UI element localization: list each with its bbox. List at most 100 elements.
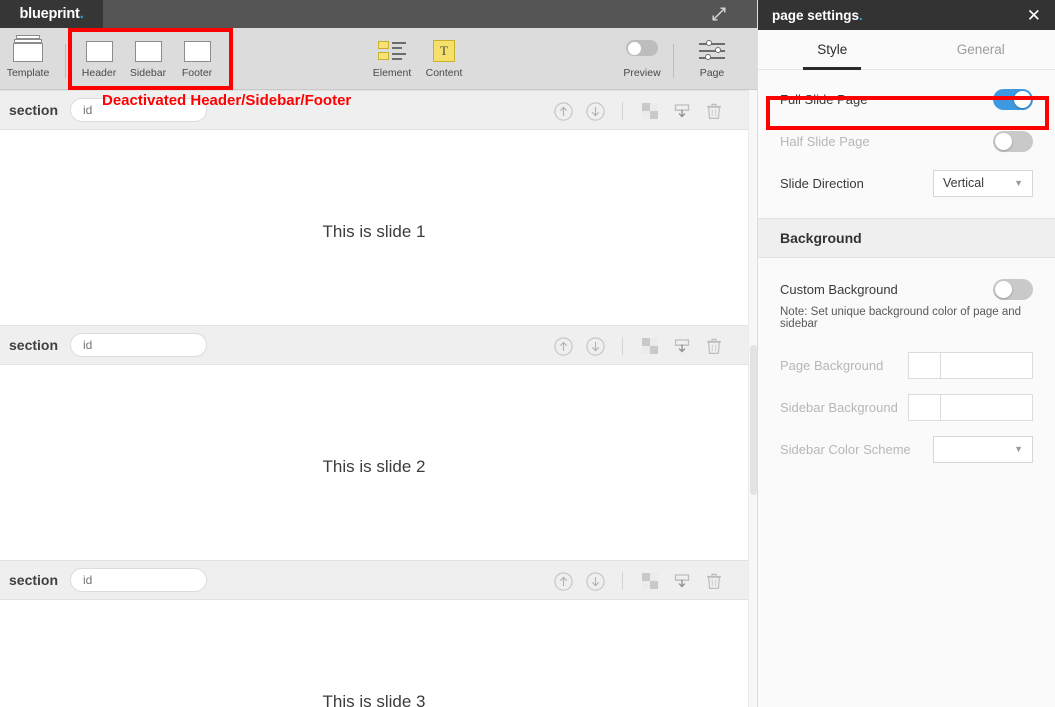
slide-body[interactable]: This is slide 3 (0, 600, 748, 707)
arrow-up-circle-icon[interactable] (548, 566, 578, 596)
full-slide-page-label: Full Slide Page (780, 91, 868, 107)
panel-spacer (758, 70, 1055, 78)
arrow-up-circle-icon[interactable] (548, 96, 578, 126)
section-id-input[interactable] (70, 333, 208, 357)
element-list-icon (378, 34, 406, 62)
header-block-icon (85, 34, 113, 62)
sidebar-color-scheme-label: Sidebar Color Scheme (780, 441, 911, 457)
expand-arrows-icon[interactable] (703, 0, 735, 28)
toolbar-header-label: Header (81, 67, 117, 79)
app-logo-text: blueprint. (19, 6, 84, 22)
sidebar-background-swatch[interactable] (908, 393, 941, 421)
slide-body[interactable]: This is slide 2 (0, 365, 748, 560)
footer-block-icon (183, 34, 211, 62)
slide-direction-label: Slide Direction (780, 175, 864, 191)
insert-below-icon[interactable] (667, 331, 697, 361)
arrow-down-circle-icon[interactable] (580, 331, 610, 361)
template-icon (13, 34, 43, 62)
section-actions (547, 91, 730, 131)
page-background-color-field[interactable] (908, 351, 1033, 379)
trash-icon[interactable] (699, 566, 729, 596)
section-header: section (0, 325, 748, 365)
insert-below-icon[interactable] (667, 566, 697, 596)
full-slide-page-toggle[interactable] (993, 88, 1033, 110)
page-settings-panel: page settings. ✕ Style General Full Slid… (757, 0, 1055, 707)
section-label: section (9, 102, 59, 118)
checkerboard-icon[interactable] (635, 331, 665, 361)
arrow-down-circle-icon[interactable] (580, 96, 610, 126)
content-glyph: T (433, 40, 455, 62)
slide-text: This is slide 1 (322, 222, 426, 241)
app-logo-tab[interactable]: blueprint. (0, 0, 103, 28)
checkerboard-icon[interactable] (635, 96, 665, 126)
page-background-label: Page Background (780, 357, 884, 373)
toolbar-element-label: Element (372, 67, 412, 79)
main-toolbar: Template Header Sidebar Footer Element T… (0, 28, 757, 90)
toolbar-element-button[interactable]: Element (364, 34, 420, 79)
row-page-background: Page Background (758, 344, 1055, 386)
row-sidebar-background: Sidebar Background (758, 386, 1055, 428)
background-note: Note: Set unique background color of pag… (780, 306, 1022, 330)
canvas-scrollbar[interactable] (748, 90, 757, 707)
slide-direction-value: Vertical (943, 176, 984, 190)
checkerboard-icon[interactable] (635, 566, 665, 596)
app-root: blueprint. Template Header Sidebar Foote… (0, 0, 1055, 707)
toolbar-sidebar-label: Sidebar (129, 67, 167, 79)
section-label: section (9, 572, 59, 588)
section-actions (547, 326, 730, 366)
trash-icon[interactable] (699, 331, 729, 361)
slide-body[interactable]: This is slide 1 (0, 130, 748, 325)
page-background-value[interactable] (941, 351, 1033, 379)
toolbar-page-button[interactable]: Page (684, 34, 740, 79)
insert-below-icon[interactable] (667, 96, 697, 126)
sidebar-background-value[interactable] (941, 393, 1033, 421)
row-full-slide-page: Full Slide Page (758, 78, 1055, 120)
title-bar: blueprint. (0, 0, 757, 28)
custom-background-toggle[interactable] (993, 278, 1033, 300)
toolbar-content-label: Content (425, 67, 463, 79)
half-slide-page-label: Half Slide Page (780, 133, 870, 149)
section-id-input[interactable] (70, 568, 208, 592)
sidebar-background-color-field[interactable] (908, 393, 1033, 421)
toolbar-header-button[interactable]: Header (74, 34, 124, 79)
toolbar-template-label: Template (6, 67, 50, 79)
toolbar-preview-label: Preview (623, 67, 661, 79)
section-actions-divider (622, 337, 623, 355)
preview-toggle[interactable] (626, 40, 658, 56)
panel-spacer (758, 204, 1055, 218)
sidebar-color-scheme-select[interactable]: ▼ (933, 435, 1033, 463)
trash-icon[interactable] (699, 96, 729, 126)
toolbar-divider-right (673, 44, 674, 78)
arrow-up-circle-icon[interactable] (548, 331, 578, 361)
panel-header: page settings. ✕ (758, 0, 1055, 30)
slide-text: This is slide 3 (322, 692, 426, 707)
tab-style[interactable]: Style (758, 30, 907, 69)
editor-canvas[interactable]: section id This is slide 1 section id Th… (0, 90, 757, 707)
toolbar-footer-button[interactable]: Footer (172, 34, 222, 79)
panel-title: page settings. (772, 7, 863, 23)
section-header: section (0, 560, 748, 600)
sliders-icon (699, 34, 725, 62)
sidebar-block-icon (134, 34, 162, 62)
toolbar-content-button[interactable]: T Content (416, 34, 472, 79)
toolbar-page-label: Page (699, 67, 725, 79)
close-icon[interactable]: ✕ (1027, 7, 1041, 24)
toolbar-sidebar-button[interactable]: Sidebar (123, 34, 173, 79)
canvas-scrollbar-thumb[interactable] (750, 345, 757, 495)
sidebar-background-label: Sidebar Background (780, 399, 898, 415)
panel-spacer (758, 330, 1055, 344)
section-label: section (9, 337, 59, 353)
tab-general[interactable]: General (907, 30, 1055, 69)
arrow-down-circle-icon[interactable] (580, 566, 610, 596)
toolbar-divider-left (65, 44, 66, 78)
page-background-swatch[interactable] (908, 351, 941, 379)
section-actions-divider (622, 572, 623, 590)
slide-direction-select[interactable]: Vertical ▼ (933, 169, 1033, 197)
toolbar-preview-toggle-group: Preview (614, 34, 670, 79)
row-custom-background: Custom Background (758, 268, 1055, 310)
section-actions (547, 561, 730, 601)
annotation-text-deactivated: Deactivated Header/Sidebar/Footer (102, 92, 352, 109)
toolbar-footer-label: Footer (181, 67, 213, 79)
half-slide-page-toggle[interactable] (993, 130, 1033, 152)
toolbar-template-button[interactable]: Template (0, 34, 56, 79)
